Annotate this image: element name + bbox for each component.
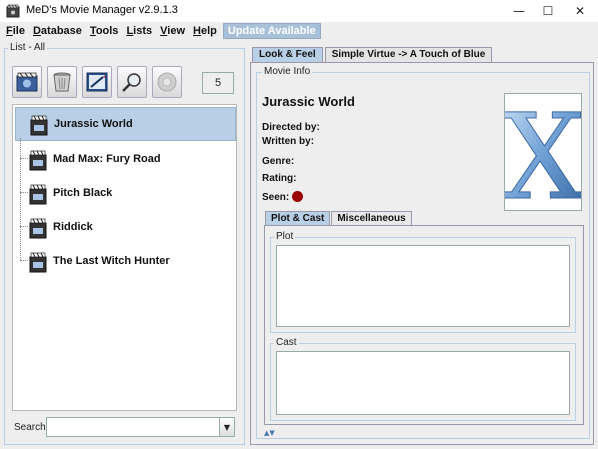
menu-file-label: ile: [12, 25, 25, 37]
rating-label: Rating:: [262, 173, 297, 184]
list-panel-legend: List - All: [8, 42, 48, 53]
menu-lists[interactable]: Lists: [122, 25, 156, 37]
plot-textarea[interactable]: [276, 245, 570, 327]
movie-icon: [29, 252, 47, 273]
close-icon: ✕: [574, 4, 586, 18]
maximize-button[interactable]: ☐: [531, 0, 565, 22]
cast-textarea[interactable]: [276, 351, 570, 415]
menu-database-label: atabase: [40, 25, 82, 37]
seen-label: Seen:: [262, 192, 290, 203]
edit-button[interactable]: [82, 66, 112, 98]
menu-help[interactable]: Help: [189, 25, 221, 37]
list-item-jurassic-world[interactable]: Jurassic World: [15, 107, 236, 141]
list-item-pitch-black[interactable]: Pitch Black: [15, 176, 236, 210]
menu-file[interactable]: File: [2, 25, 29, 37]
chevron-down-icon: ▼: [223, 422, 231, 432]
tab-miscellaneous[interactable]: Miscellaneous: [331, 211, 412, 226]
menu-database-mnemonic: D: [32, 25, 41, 37]
sub-tab-strip: Plot & Cast Miscellaneous: [265, 211, 413, 226]
genre-label: Genre:: [262, 156, 295, 167]
search-dropdown-button[interactable]: ▼: [219, 418, 234, 436]
movie-icon: [29, 150, 47, 171]
list-item-label: Riddick: [53, 221, 93, 233]
list-toolbar: [12, 66, 187, 100]
search-icon: [122, 73, 141, 92]
delete-icon: [53, 72, 71, 92]
list-item-label: The Last Witch Hunter: [53, 255, 170, 267]
main-window: MeD's Movie Manager v2.9.1.3 — ☐ ✕ File …: [0, 0, 598, 449]
window-title: MeD's Movie Manager v2.9.1.3: [26, 4, 178, 16]
list-item-label: Mad Max: Fury Road: [53, 153, 161, 165]
menu-view-label: iew: [167, 25, 186, 37]
add-movie-icon: [16, 72, 38, 92]
menu-view[interactable]: View: [156, 25, 189, 37]
list-item-label: Jurassic World: [54, 118, 133, 130]
movie-info-legend: Movie Info: [262, 66, 313, 77]
tree-branch: [20, 158, 28, 159]
app-icon: [6, 4, 20, 18]
movie-icon: [29, 218, 47, 239]
tree-branch: [20, 226, 28, 227]
search-input[interactable]: [46, 417, 235, 437]
menu-help-label: elp: [200, 25, 217, 37]
disc-icon: [157, 72, 177, 92]
movie-title: Jurassic World: [262, 94, 355, 109]
search-label: Search: [14, 422, 46, 433]
cover-letter: X: [505, 94, 581, 210]
cover-x-icon: X: [500, 88, 585, 227]
menu-help-mnemonic: H: [193, 25, 201, 37]
close-button[interactable]: ✕: [563, 0, 597, 22]
seen-indicator[interactable]: [292, 191, 303, 202]
list-item-mad-max[interactable]: Mad Max: Fury Road: [15, 142, 236, 176]
minimize-icon: —: [513, 4, 525, 18]
tab-look-and-feel[interactable]: Look & Feel: [252, 47, 323, 62]
collapse-arrows[interactable]: ▲▼: [264, 429, 275, 437]
title-bar: MeD's Movie Manager v2.9.1.3 — ☐ ✕: [0, 0, 598, 22]
menu-bar: File Database Tools Lists View Help Upda…: [0, 22, 598, 40]
written-by-label: Written by:: [262, 136, 315, 147]
movie-list[interactable]: Jurassic World Mad Max: Fury Road Pitch …: [12, 104, 237, 411]
menu-file-mnemonic: F: [6, 25, 13, 37]
disc-button[interactable]: [152, 66, 182, 98]
add-movie-button[interactable]: [12, 66, 42, 98]
cast-legend: Cast: [274, 337, 299, 348]
plot-legend: Plot: [274, 231, 296, 242]
edit-icon: [86, 72, 108, 92]
delete-button[interactable]: [47, 66, 77, 98]
movie-icon: [29, 184, 47, 205]
directed-by-label: Directed by:: [262, 122, 320, 133]
menu-lists-label: ists: [133, 25, 153, 37]
tree-branch: [20, 192, 28, 193]
menu-tools[interactable]: Tools: [86, 25, 123, 37]
cover-image[interactable]: X: [500, 88, 585, 227]
list-item-label: Pitch Black: [53, 187, 113, 199]
menu-tools-label: ools: [95, 25, 119, 37]
arrow-down-icon: ▼: [269, 429, 275, 437]
maximize-icon: ☐: [542, 4, 554, 18]
list-item-riddick[interactable]: Riddick: [15, 210, 236, 244]
tree-connector: [20, 138, 21, 260]
update-available-button[interactable]: Update Available: [222, 23, 321, 39]
search-button[interactable]: [117, 66, 147, 98]
tree-branch: [20, 260, 28, 261]
list-item-last-witch-hunter[interactable]: The Last Witch Hunter: [15, 244, 236, 278]
tab-simple-virtue[interactable]: Simple Virtue -> A Touch of Blue: [324, 47, 493, 62]
right-tab-strip: Look & Feel Simple Virtue -> A Touch of …: [252, 47, 494, 62]
movie-icon: [30, 115, 48, 136]
movie-count: 5: [202, 72, 234, 94]
tab-plot-and-cast[interactable]: Plot & Cast: [265, 211, 331, 226]
menu-database[interactable]: Database: [29, 25, 86, 37]
